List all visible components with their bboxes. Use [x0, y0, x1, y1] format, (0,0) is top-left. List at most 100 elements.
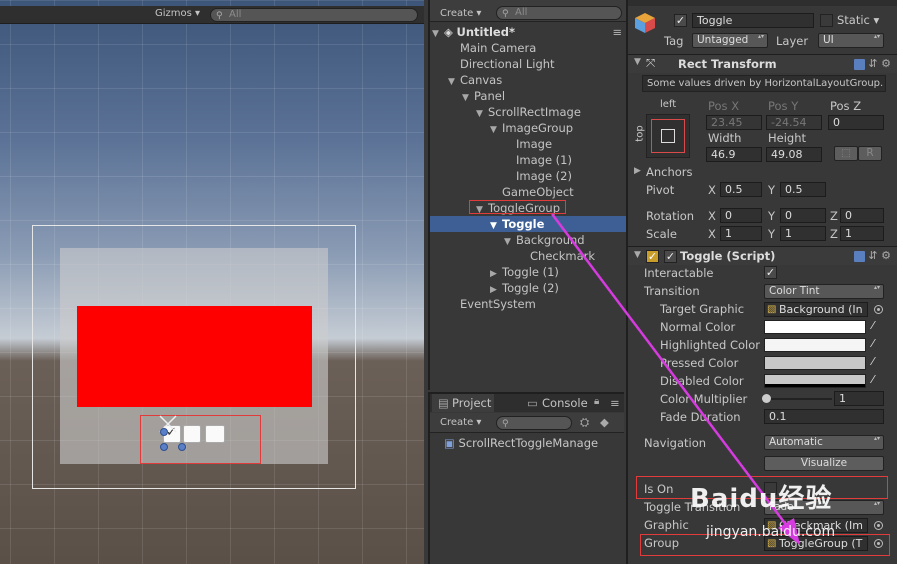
tab-project[interactable]: ▤ Project [432, 394, 494, 412]
search-icon: ⚲ [502, 419, 509, 429]
collapse-arrow-icon[interactable]: ▶ [634, 166, 641, 176]
scale-z-field[interactable]: 1 [840, 226, 884, 241]
blueprint-mode-button[interactable]: ⬚ [834, 146, 858, 161]
x-label: X [708, 209, 716, 223]
inspector-tabbar [628, 0, 897, 6]
object-picker-icon[interactable] [874, 521, 883, 530]
rotation-z-field[interactable]: 0 [840, 208, 884, 223]
height-field[interactable]: 49.08 [766, 147, 822, 162]
hierarchy-search-input[interactable]: ⚲ All [496, 6, 622, 20]
hierarchy-item[interactable]: Image (1) [430, 152, 626, 168]
eyedropper-icon[interactable]: ⁄ [872, 320, 882, 332]
y-label: Y [768, 183, 776, 197]
rotation-x-field[interactable]: 0 [720, 208, 762, 223]
menu-icon[interactable]: ≡ [612, 24, 622, 40]
toggle-script-icon: ✓ [646, 250, 659, 263]
hierarchy-item[interactable]: Image [430, 136, 626, 152]
toggle-script-header[interactable]: ▼ ✓ ✓ Toggle (Script) ⇵ ⚙ [628, 246, 897, 265]
raw-edit-button[interactable]: R [858, 146, 882, 161]
help-icon[interactable] [853, 250, 865, 262]
collapse-arrow-icon[interactable]: ▼ [634, 250, 641, 260]
filter-type-icon[interactable]: ⛭ [580, 415, 589, 430]
color-multiplier-field[interactable]: 1 [834, 391, 884, 406]
hierarchy-item[interactable]: GameObject [430, 184, 626, 200]
pressed-color-swatch[interactable] [764, 356, 866, 370]
navigation-dropdown[interactable]: Automatic [764, 435, 884, 450]
unity-logo-icon: ◈ [444, 25, 453, 39]
normal-color-swatch[interactable] [764, 320, 866, 334]
gizmos-dropdown[interactable]: Gizmos ▾ [155, 8, 200, 19]
asset-item[interactable]: ▣ ScrollRectToggleManage [444, 436, 598, 450]
scene-search-input[interactable]: ⚲ All [210, 8, 418, 22]
component-enabled-checkbox[interactable]: ✓ [664, 250, 677, 263]
anchor-v-label: top [634, 125, 646, 142]
hierarchy-item[interactable]: ▼ ImageGroup [430, 120, 626, 136]
project-search-input[interactable]: ⚲ [496, 416, 572, 430]
is-on-label: Is On [644, 482, 674, 496]
pos-y-field: -24.54 [766, 115, 822, 130]
disabled-color-swatch[interactable] [764, 374, 866, 388]
hierarchy-item[interactable]: Checkmark [430, 248, 626, 264]
hierarchy-item[interactable]: ▶ Toggle (2) [430, 280, 626, 296]
create-dropdown[interactable]: Create ▾ [440, 8, 481, 19]
x-label: X [708, 183, 716, 197]
collapse-arrow-icon[interactable]: ▼ [634, 57, 641, 67]
pivot-x-field[interactable]: 0.5 [720, 182, 762, 197]
target-graphic-field[interactable]: ▧ Background (In [764, 302, 868, 317]
scale-x-field[interactable]: 1 [720, 226, 762, 241]
tag-dropdown[interactable]: Untagged [692, 33, 768, 48]
hierarchy-item[interactable]: ▼ Background [430, 232, 626, 248]
static-label: Static ▾ [837, 13, 880, 27]
hierarchy-item[interactable]: ▶ Toggle (1) [430, 264, 626, 280]
toggle-box[interactable] [205, 425, 225, 443]
hierarchy-toolbar: Create ▾ ⚲ All [430, 0, 626, 22]
static-checkbox[interactable] [820, 14, 833, 27]
hierarchy-item[interactable]: Image (2) [430, 168, 626, 184]
pivot-y-field[interactable]: 0.5 [780, 182, 826, 197]
anchor-h-label: left [660, 99, 677, 110]
active-checkbox[interactable]: ✓ [674, 14, 687, 27]
driven-note: Some values driven by HorizontalLayoutGr… [642, 75, 886, 92]
anchors-foldout[interactable]: Anchors [646, 165, 693, 179]
eyedropper-icon[interactable]: ⁄ [872, 356, 882, 368]
layer-dropdown[interactable]: UI [818, 33, 884, 48]
pos-z-field[interactable]: 0 [828, 115, 884, 130]
scene-view[interactable]: Gizmos ▾ ⚲ All ✓ [0, 0, 424, 564]
component-settings-icons[interactable]: ⇵ ⚙ [853, 249, 891, 262]
object-picker-icon[interactable] [874, 539, 883, 548]
rect-transform-header[interactable]: ▼ ⤧ Rect Transform ⇵ ⚙ [628, 54, 897, 73]
lock-icon[interactable]: 🔒︎ [594, 396, 599, 407]
width-field[interactable]: 46.9 [706, 147, 762, 162]
rotation-y-field[interactable]: 0 [780, 208, 826, 223]
slider-thumb[interactable] [762, 394, 771, 403]
highlighted-color-swatch[interactable] [764, 338, 866, 352]
hierarchy-item[interactable]: ▼ Canvas [430, 72, 626, 88]
component-settings-icons[interactable]: ⇵ ⚙ [853, 57, 891, 70]
hierarchy-item[interactable]: ▼ Panel [430, 88, 626, 104]
target-graphic-label: Target Graphic [660, 302, 745, 316]
hierarchy-item[interactable]: Main Camera [430, 40, 626, 56]
scale-y-field[interactable]: 1 [780, 226, 826, 241]
transition-dropdown[interactable]: Color Tint [764, 284, 884, 299]
color-multiplier-slider[interactable] [764, 398, 832, 400]
create-dropdown[interactable]: Create ▾ [440, 417, 481, 428]
object-picker-icon[interactable] [874, 305, 883, 314]
eyedropper-icon[interactable]: ⁄ [872, 338, 882, 350]
eyedropper-icon[interactable]: ⁄ [872, 374, 882, 386]
anchor-presets-button[interactable] [646, 114, 690, 158]
move-gizmo-icon[interactable] [150, 410, 190, 454]
filter-label-icon[interactable]: ◆ [600, 415, 609, 429]
tab-console[interactable]: ▭ Console [522, 394, 588, 412]
visualize-button[interactable]: Visualize [764, 456, 884, 471]
hierarchy-item-selected[interactable]: ▼ Toggle [430, 216, 626, 232]
hierarchy-item[interactable]: ▼ ScrollRectImage [430, 104, 626, 120]
interactable-checkbox[interactable]: ✓ [764, 266, 777, 279]
hierarchy-item[interactable]: Directional Light [430, 56, 626, 72]
object-name-field[interactable]: Toggle [692, 13, 814, 28]
scene-root-row[interactable]: ▼ ◈ Untitled* ≡ [430, 24, 626, 40]
menu-icon[interactable]: ≡ [610, 396, 620, 410]
fade-duration-field[interactable]: 0.1 [764, 409, 884, 424]
group-label: Group [644, 536, 680, 550]
hierarchy-item[interactable]: EventSystem [430, 296, 626, 312]
help-icon[interactable] [853, 58, 865, 70]
